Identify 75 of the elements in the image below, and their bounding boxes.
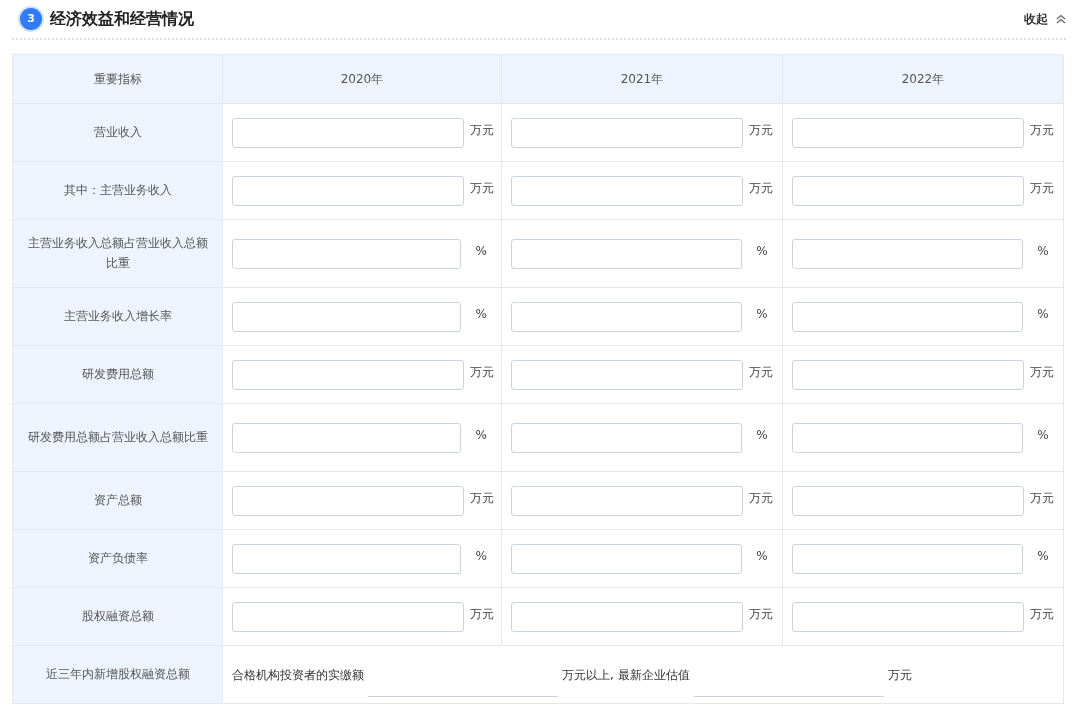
unit-label: 万元 (749, 180, 773, 197)
unit-label: 万元 (749, 122, 773, 139)
unit-label: 万元 (470, 606, 494, 623)
row-label: 研发费用总额占营业收入总额比重 (13, 404, 223, 472)
unit-label: % (755, 548, 769, 565)
row-label: 资产负债率 (13, 530, 223, 588)
unit-label: 万元 (1030, 606, 1054, 623)
field-label: 万元以上, 最新企业估值 (562, 666, 690, 684)
unit-label: 万元 (1030, 122, 1054, 139)
input-field[interactable] (511, 117, 743, 148)
input-field[interactable] (511, 543, 743, 574)
input-field[interactable] (511, 238, 743, 269)
input-field[interactable] (232, 601, 464, 632)
row-label: 主营业务收入总额占营业收入总额比重 (13, 220, 223, 288)
input-field[interactable] (511, 422, 743, 453)
input-field[interactable] (792, 238, 1024, 269)
unit-label: 万元 (470, 180, 494, 197)
unit-label: 万元 (1030, 180, 1054, 197)
input-field[interactable] (511, 175, 743, 206)
input-field[interactable] (511, 601, 743, 632)
input-field[interactable] (792, 543, 1024, 574)
input-field[interactable] (232, 543, 462, 574)
field-label: 万元 (887, 666, 912, 684)
input-field[interactable] (232, 301, 462, 332)
unit-label: 万元 (470, 490, 494, 507)
chevron-up-icon (1056, 14, 1066, 24)
unit-label: % (755, 243, 769, 260)
unit-label: % (1036, 243, 1050, 260)
row-label: 主营业务收入增长率 (13, 288, 223, 346)
input-field[interactable] (232, 359, 464, 390)
unit-label: % (1036, 548, 1050, 565)
unit-label: % (474, 243, 488, 260)
input-field[interactable] (792, 301, 1024, 332)
unit-label: % (474, 548, 488, 565)
row-label: 股权融资总额 (13, 588, 223, 646)
unit-label: 万元 (1030, 364, 1054, 381)
collapse-button[interactable]: 收起 (1024, 10, 1066, 28)
input-field[interactable] (792, 422, 1024, 453)
unit-label: 万元 (749, 606, 773, 623)
unit-label: 万元 (470, 364, 494, 381)
unit-label: 万元 (749, 364, 773, 381)
input-field[interactable] (792, 601, 1024, 632)
row-label: 其中：主营业务收入 (13, 162, 223, 220)
column-header: 重要指标 (13, 55, 223, 104)
input-field[interactable] (792, 359, 1024, 390)
unit-label: 万元 (470, 122, 494, 139)
column-header: 2020年 (223, 55, 502, 104)
field-label: 合格机构投资者的实缴额 (232, 666, 364, 684)
input-field[interactable] (792, 485, 1024, 516)
unit-label: 万元 (1030, 490, 1054, 507)
row-label: 研发费用总额 (13, 346, 223, 404)
input-field[interactable] (511, 301, 743, 332)
step-number-badge: 3 (20, 8, 42, 30)
input-field[interactable] (232, 422, 462, 453)
input-field[interactable] (232, 117, 464, 148)
input-field[interactable] (232, 175, 464, 206)
unit-label: % (755, 427, 769, 444)
input-field[interactable] (792, 175, 1024, 206)
unit-label: % (1036, 306, 1050, 323)
input-field[interactable] (792, 117, 1024, 148)
section-title: 经济效益和经营情况 (50, 8, 194, 30)
input-field[interactable] (232, 238, 462, 269)
column-header: 2021年 (502, 55, 783, 104)
row-label: 营业收入 (13, 104, 223, 162)
unit-label: % (1036, 427, 1050, 444)
unit-label: % (474, 306, 488, 323)
unit-label: % (755, 306, 769, 323)
unit-label: 万元 (749, 490, 773, 507)
input-field[interactable] (511, 359, 743, 390)
row-label: 资产总额 (13, 472, 223, 530)
column-header: 2022年 (783, 55, 1064, 104)
unit-label: % (474, 427, 488, 444)
input-field[interactable] (232, 485, 464, 516)
row-label: 近三年内新增股权融资总额 (13, 646, 223, 704)
input-field[interactable] (511, 485, 743, 516)
